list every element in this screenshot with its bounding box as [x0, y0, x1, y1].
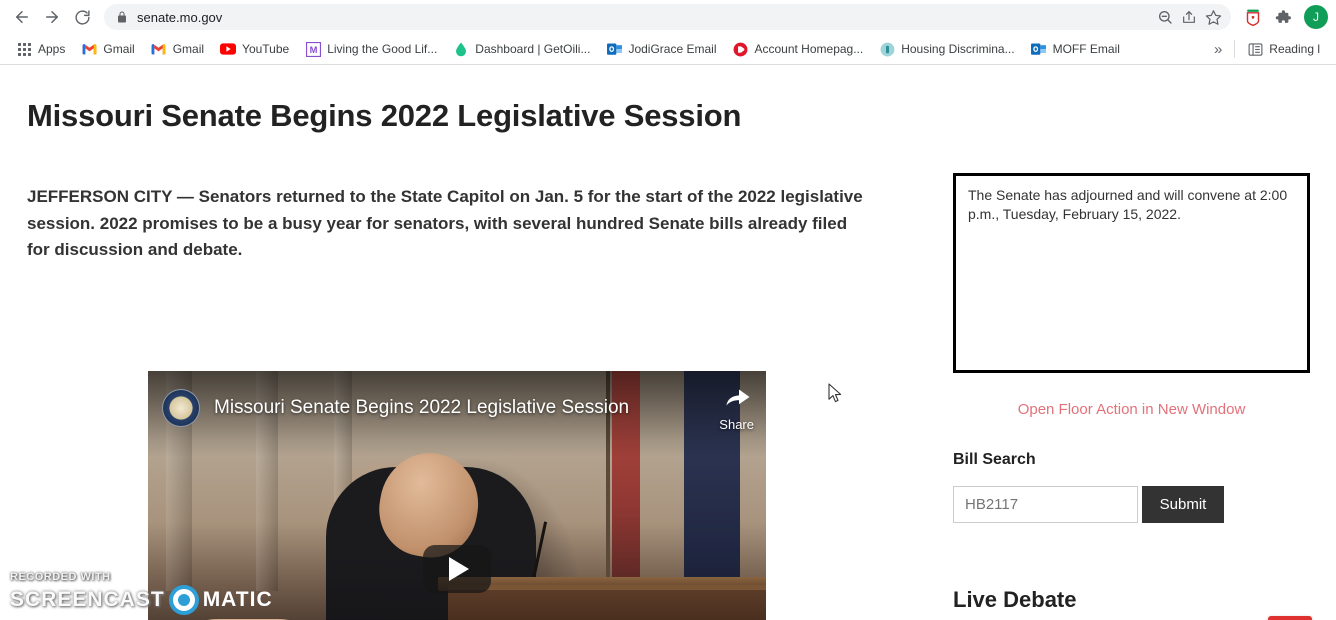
submit-button[interactable]: Submit: [1142, 486, 1224, 523]
arrow-left-icon: [16, 11, 28, 23]
missouri-senate-seal-icon[interactable]: [162, 389, 200, 427]
live-debate-heading: Live Debate: [953, 587, 1077, 612]
svg-text:M: M: [309, 45, 317, 55]
gmail-icon: [81, 41, 97, 57]
bookmark-label: Living the Good Lif...: [327, 42, 438, 56]
bill-search-form: Submit: [953, 486, 1313, 523]
play-button-icon[interactable]: [423, 545, 491, 593]
bookmark-youtube[interactable]: YouTube: [212, 38, 297, 60]
play-triangle: [449, 557, 469, 581]
bookmark-label: MOFF Email: [1052, 42, 1120, 56]
profile-avatar[interactable]: J: [1304, 5, 1328, 29]
letter-m-icon: M: [305, 41, 321, 57]
bookmark-label: Account Homepag...: [754, 42, 864, 56]
bookmark-label: Apps: [38, 42, 66, 56]
arrow-right-icon: [46, 11, 58, 23]
youtube-video-embed[interactable]: Missouri Senate Begins 2022 Legislative …: [148, 371, 766, 620]
page-content: Missouri Senate Begins 2022 Legislative …: [0, 65, 1336, 620]
browser-chrome: senate.mo.gov J Apps Gmail Gmail YouTube…: [0, 0, 1336, 65]
bookmark-account-homepage[interactable]: Account Homepag...: [724, 38, 871, 60]
zoom-magnifier-icon[interactable]: [1153, 5, 1177, 29]
apps-grid-icon: [16, 41, 32, 57]
address-bar[interactable]: senate.mo.gov: [104, 4, 1231, 30]
bookmark-label: YouTube: [242, 42, 290, 56]
bookmark-gmail-2[interactable]: Gmail: [143, 38, 212, 60]
watermark-word-screencast: SCREENCAST: [10, 588, 165, 611]
youtube-icon: [220, 41, 237, 57]
floor-action-box: The Senate has adjourned and will conven…: [953, 173, 1310, 373]
bookmark-moff-email[interactable]: MOFF Email: [1023, 38, 1128, 60]
video-share-label: Share: [719, 417, 754, 432]
bookmark-apps[interactable]: Apps: [8, 38, 73, 60]
bookmarks-overflow-button[interactable]: »: [1206, 38, 1230, 61]
bookmark-gmail-1[interactable]: Gmail: [73, 38, 142, 60]
reload-icon: [74, 9, 90, 25]
url-text: senate.mo.gov: [137, 9, 223, 25]
open-floor-action-link[interactable]: Open Floor Action in New Window: [953, 401, 1310, 418]
gmail-icon: [151, 41, 167, 57]
forward-button[interactable]: [38, 3, 66, 31]
bill-search-heading: Bill Search: [953, 451, 1036, 468]
bookmark-jodigrace-email[interactable]: JodiGrace Email: [598, 38, 724, 60]
scroll-to-top-button[interactable]: [1268, 616, 1312, 620]
article-lead-paragraph: JEFFERSON CITY — Senators returned to th…: [27, 187, 863, 259]
bookmark-label: JodiGrace Email: [628, 42, 717, 56]
red-circle-icon: [732, 41, 748, 57]
bookmark-label: Gmail: [172, 42, 205, 56]
droplet-icon: [453, 41, 469, 57]
bookmark-housing-discrimination[interactable]: Housing Discrimina...: [871, 38, 1022, 60]
reload-button[interactable]: [68, 3, 96, 31]
right-sidebar: The Senate has adjourned and will conven…: [953, 65, 1313, 620]
video-share-button[interactable]: Share: [719, 387, 754, 432]
floor-action-text: The Senate has adjourned and will conven…: [968, 187, 1288, 222]
reading-list-icon: [1247, 41, 1263, 57]
outlook-icon: [1031, 41, 1047, 57]
teal-circle-icon: [879, 41, 895, 57]
video-title[interactable]: Missouri Senate Begins 2022 Legislative …: [214, 397, 629, 419]
decor-podium: [448, 585, 766, 620]
share-icon[interactable]: [1177, 5, 1201, 29]
extensions-puzzle-icon[interactable]: [1269, 3, 1297, 31]
toolbar-divider: [1234, 40, 1236, 58]
outlook-icon: [606, 41, 622, 57]
share-arrow-icon: [723, 387, 751, 416]
bookmark-label: Dashboard | GetOili...: [475, 42, 591, 56]
bookmark-dashboard-getoiling[interactable]: Dashboard | GetOili...: [445, 38, 598, 60]
browser-toolbar: senate.mo.gov J: [0, 0, 1336, 34]
bookmark-label: Housing Discrimina...: [901, 42, 1015, 56]
bookmark-star-icon[interactable]: [1201, 5, 1225, 29]
bookmarks-bar: Apps Gmail Gmail YouTube M Living the Go…: [0, 34, 1336, 64]
bill-search-input[interactable]: [953, 486, 1138, 523]
article-column: Missouri Senate Begins 2022 Legislative …: [27, 65, 917, 263]
honey-extension-icon[interactable]: [1239, 3, 1267, 31]
back-button[interactable]: [8, 3, 36, 31]
video-title-row: Missouri Senate Begins 2022 Legislative …: [162, 389, 666, 427]
bookmark-label: Gmail: [103, 42, 135, 56]
reading-list-label: Reading l: [1269, 42, 1320, 56]
lock-icon: [116, 11, 128, 23]
bookmark-living-the-good-life[interactable]: M Living the Good Lif...: [297, 38, 445, 60]
reading-list-button[interactable]: Reading l: [1239, 38, 1328, 60]
page-title: Missouri Senate Begins 2022 Legislative …: [27, 98, 742, 133]
mouse-cursor: [828, 383, 844, 405]
